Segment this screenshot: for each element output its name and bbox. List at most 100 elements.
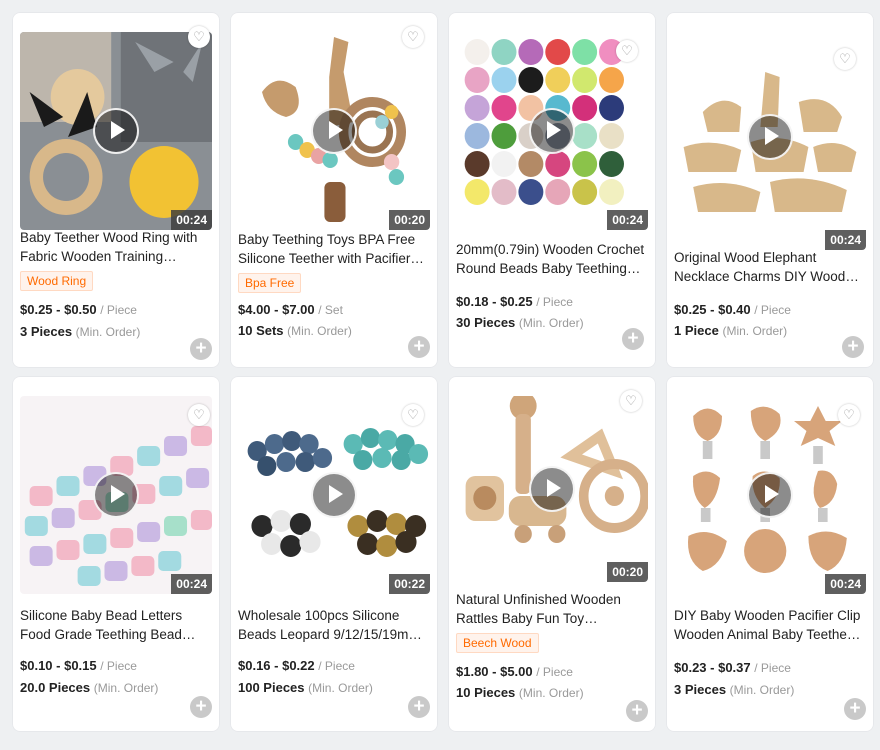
moq-label: (Min. Order) xyxy=(93,681,159,695)
heart-outline-icon[interactable]: ♡ xyxy=(838,404,860,426)
price-unit: / Piece xyxy=(100,659,137,673)
product-card[interactable]: 00:24 ♡ Original Wood Elephant Necklace … xyxy=(666,12,874,368)
product-title[interactable]: Wholesale 100pcs Silicone Beads Leopard … xyxy=(238,606,428,644)
moq-label: (Min. Order) xyxy=(75,325,141,339)
video-duration: 00:24 xyxy=(825,230,866,250)
play-icon[interactable] xyxy=(311,108,357,154)
min-order: 10 Pieces (Min. Order) xyxy=(456,685,584,700)
video-duration: 00:22 xyxy=(389,574,430,594)
min-order: 3 Pieces (Min. Order) xyxy=(674,682,794,697)
product-card[interactable]: 00:24 ♡ 20mm(0.79in) Wooden Crochet Roun… xyxy=(448,12,656,368)
heart-outline-icon[interactable]: ♡ xyxy=(616,40,638,62)
product-title[interactable]: Baby Teether Wood Ring with Fabric Woode… xyxy=(20,228,210,266)
plus-icon[interactable]: + xyxy=(842,336,864,358)
plus-icon[interactable]: + xyxy=(626,700,648,722)
product-video-thumbnail[interactable]: 00:24 xyxy=(20,396,212,594)
heart-outline-icon[interactable]: ♡ xyxy=(834,48,856,70)
heart-outline-icon[interactable]: ♡ xyxy=(620,390,642,412)
price-range: $4.00 - $7.00 xyxy=(238,302,315,317)
moq-label: (Min. Order) xyxy=(308,681,373,695)
price-unit: / Piece xyxy=(536,665,573,679)
product-price: $0.25 - $0.40 / Piece xyxy=(674,302,791,317)
price-range: $0.25 - $0.40 xyxy=(674,302,751,317)
moq-value: 10 Pieces xyxy=(456,685,516,700)
price-range: $0.18 - $0.25 xyxy=(456,294,533,309)
product-price: $1.80 - $5.00 / Piece xyxy=(456,664,573,679)
moq-value: 3 Pieces xyxy=(20,324,73,339)
moq-value: 10 Sets xyxy=(238,323,284,338)
moq-label: (Min. Order) xyxy=(722,324,788,338)
plus-icon[interactable]: + xyxy=(844,698,866,720)
product-title[interactable]: DIY Baby Wooden Pacifier Clip Wooden Ani… xyxy=(674,606,864,644)
product-tag: Wood Ring xyxy=(20,271,94,291)
product-tag: Beech Wood xyxy=(456,633,539,653)
moq-label: (Min. Order) xyxy=(518,316,584,330)
product-card[interactable]: 00:24 ♡ Baby Teether Wood Ring with Fabr… xyxy=(12,12,220,368)
product-video-thumbnail[interactable]: 00:24 xyxy=(674,396,866,594)
play-icon[interactable] xyxy=(93,108,139,154)
video-duration: 00:24 xyxy=(171,210,212,230)
product-price: $0.18 - $0.25 / Piece xyxy=(456,294,573,309)
product-price: $0.23 - $0.37 / Piece xyxy=(674,660,791,675)
product-video-thumbnail[interactable]: 00:24 xyxy=(456,32,648,230)
moq-value: 100 Pieces xyxy=(238,680,305,695)
video-duration: 00:20 xyxy=(607,562,648,582)
moq-label: (Min. Order) xyxy=(729,683,795,697)
plus-icon[interactable]: + xyxy=(190,338,212,360)
product-price: $0.16 - $0.22 / Piece xyxy=(238,658,355,673)
product-tag: Bpa Free xyxy=(238,273,302,293)
product-title[interactable]: 20mm(0.79in) Wooden Crochet Round Beads … xyxy=(456,240,646,278)
price-unit: / Piece xyxy=(754,661,791,675)
play-icon[interactable] xyxy=(93,472,139,518)
min-order: 30 Pieces (Min. Order) xyxy=(456,315,584,330)
min-order: 1 Piece (Min. Order) xyxy=(674,323,787,338)
play-icon[interactable] xyxy=(529,108,575,154)
moq-value: 30 Pieces xyxy=(456,315,516,330)
product-card[interactable]: 00:24 ♡ DIY Baby Wooden Pacifier Clip Wo… xyxy=(666,376,874,732)
product-price: $0.10 - $0.15 / Piece xyxy=(20,658,137,673)
plus-icon[interactable]: + xyxy=(622,328,644,350)
video-duration: 00:24 xyxy=(171,574,212,594)
product-video-thumbnail[interactable]: 00:24 xyxy=(20,32,212,230)
product-title[interactable]: Natural Unfinished Wooden Rattles Baby F… xyxy=(456,590,646,628)
price-range: $0.16 - $0.22 xyxy=(238,658,315,673)
product-title[interactable]: Baby Teething Toys BPA Free Silicone Tee… xyxy=(238,230,428,268)
price-unit: / Piece xyxy=(754,303,791,317)
min-order: 3 Pieces (Min. Order) xyxy=(20,324,140,339)
price-unit: / Piece xyxy=(536,295,573,309)
price-unit: / Piece xyxy=(318,659,355,673)
heart-outline-icon[interactable]: ♡ xyxy=(402,26,424,48)
plus-icon[interactable]: + xyxy=(190,696,212,718)
product-card[interactable]: 00:24 ♡ Silicone Baby Bead Letters Food … xyxy=(12,376,220,732)
moq-label: (Min. Order) xyxy=(518,686,584,700)
plus-icon[interactable]: + xyxy=(408,696,430,718)
heart-outline-icon[interactable]: ♡ xyxy=(188,26,210,48)
product-video-thumbnail[interactable]: 00:20 xyxy=(238,32,430,230)
moq-label: (Min. Order) xyxy=(287,324,352,338)
play-icon[interactable] xyxy=(747,472,793,518)
product-video-thumbnail[interactable]: 00:20 xyxy=(456,396,648,582)
product-price: $0.25 - $0.50 / Piece xyxy=(20,302,137,317)
play-icon[interactable] xyxy=(747,114,793,160)
video-duration: 00:24 xyxy=(825,574,866,594)
product-card[interactable]: 00:20 ♡ Baby Teething Toys BPA Free Sili… xyxy=(230,12,438,368)
product-price: $4.00 - $7.00 / Set xyxy=(238,302,343,317)
product-card[interactable]: 00:20 ♡ Natural Unfinished Wooden Rattle… xyxy=(448,376,656,732)
play-icon[interactable] xyxy=(529,466,575,512)
heart-outline-icon[interactable]: ♡ xyxy=(188,404,210,426)
video-duration: 00:24 xyxy=(607,210,648,230)
min-order: 20.0 Pieces (Min. Order) xyxy=(20,680,158,695)
price-range: $0.25 - $0.50 xyxy=(20,302,97,317)
product-title[interactable]: Silicone Baby Bead Letters Food Grade Te… xyxy=(20,606,210,644)
price-unit: / Set xyxy=(318,303,343,317)
min-order: 100 Pieces (Min. Order) xyxy=(238,680,373,695)
min-order: 10 Sets (Min. Order) xyxy=(238,323,352,338)
price-range: $1.80 - $5.00 xyxy=(456,664,533,679)
product-title[interactable]: Original Wood Elephant Necklace Charms D… xyxy=(674,248,864,286)
plus-icon[interactable]: + xyxy=(408,336,430,358)
product-video-thumbnail[interactable]: 00:22 xyxy=(238,396,430,594)
heart-outline-icon[interactable]: ♡ xyxy=(402,404,424,426)
moq-value: 3 Pieces xyxy=(674,682,727,697)
product-card[interactable]: 00:22 ♡ Wholesale 100pcs Silicone Beads … xyxy=(230,376,438,732)
play-icon[interactable] xyxy=(311,472,357,518)
